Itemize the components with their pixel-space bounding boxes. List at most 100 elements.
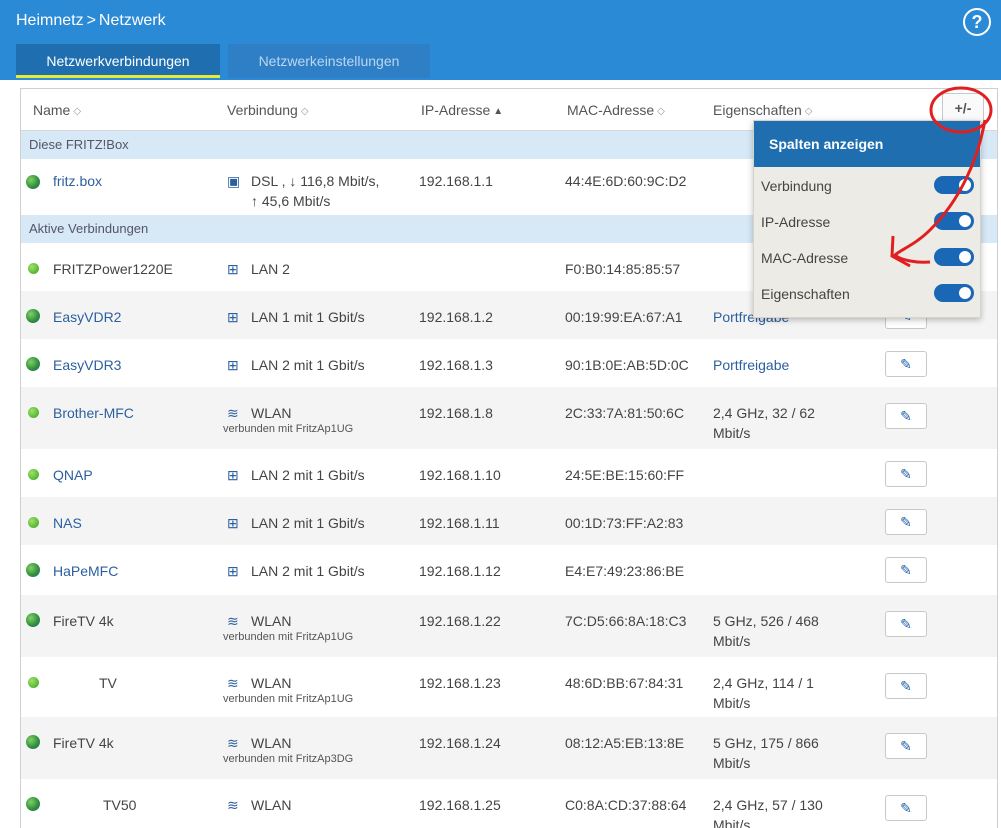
table-row[interactable]: FireTV 4k ≋ WLAN verbunden mit FritzAp1UG… — [21, 595, 997, 657]
connection-text: DSL , ↓ 116,8 Mbit/s, ↑ 45,6 Mbit/s — [251, 173, 380, 209]
globe-icon — [26, 735, 40, 749]
status-dot-icon — [28, 469, 39, 480]
tab-netzwerkeinstellungen[interactable]: Netzwerkeinstellungen — [228, 44, 430, 78]
table-row[interactable]: FireTV 4k ≋ WLAN verbunden mit FritzAp3DG… — [21, 717, 997, 779]
mac-address: 2C:33:7A:81:50:6C — [565, 405, 685, 421]
connection-text: LAN 2 mit 1 Gbit/s — [251, 357, 365, 373]
wlan-icon: ≋ — [227, 675, 239, 691]
status-dot-icon — [28, 517, 39, 528]
edit-button[interactable]: ✎ — [885, 611, 927, 637]
device-name: TV — [99, 675, 117, 691]
connection-text: LAN 2 — [251, 261, 290, 277]
device-name: FireTV 4k — [53, 613, 114, 629]
edit-button[interactable]: ✎ — [885, 673, 927, 699]
edit-button[interactable]: ✎ — [885, 509, 927, 535]
connection-text: LAN 1 mit 1 Gbit/s — [251, 309, 365, 325]
sort-icon: ◇ — [300, 106, 309, 117]
mac-address: 48:6D:BB:67:84:31 — [565, 675, 684, 691]
device-name[interactable]: fritz.box — [53, 173, 102, 189]
toggle-verbindung[interactable] — [934, 176, 974, 194]
port-forward-link[interactable]: Portfreigabe — [713, 355, 833, 375]
ip-address: 192.168.1.8 — [419, 405, 493, 421]
edit-button[interactable]: ✎ — [885, 403, 927, 429]
column-header-verbindung[interactable]: Verbindung ◇ — [227, 102, 309, 118]
mac-address: 90:1B:0E:AB:5D:0C — [565, 357, 689, 373]
edit-button[interactable]: ✎ — [885, 557, 927, 583]
status-dot-icon — [28, 263, 39, 274]
toggle-mac-adresse[interactable] — [934, 248, 974, 266]
lan-icon: ⊞ — [227, 563, 239, 579]
column-header-eigenschaften[interactable]: Eigenschaften ◇ — [713, 102, 812, 118]
device-name[interactable]: HaPeMFC — [53, 563, 118, 579]
toggle-eigenschaften[interactable] — [934, 284, 974, 302]
properties-text: 2,4 GHz, 32 / 62 Mbit/s — [713, 405, 815, 441]
ip-address: 192.168.1.1 — [419, 173, 493, 189]
lan-icon: ⊞ — [227, 309, 239, 325]
device-name[interactable]: QNAP — [53, 467, 93, 483]
column-header-ip[interactable]: IP-Adresse ▲ — [421, 102, 503, 118]
edit-button[interactable]: ✎ — [885, 795, 927, 821]
globe-icon — [26, 613, 40, 627]
ip-address: 192.168.1.11 — [419, 515, 500, 531]
column-header-mac[interactable]: MAC-Adresse ◇ — [567, 102, 665, 118]
column-header-name[interactable]: Name ◇ — [33, 102, 81, 118]
table-row[interactable]: Brother-MFC ≋ WLAN verbunden mit FritzAp1… — [21, 387, 997, 449]
dsl-icon: ▣ — [227, 173, 241, 189]
breadcrumb-separator: > — [86, 12, 96, 29]
properties-text: 5 GHz, 175 / 866 Mbit/s — [713, 735, 819, 771]
properties-text: 5 GHz, 526 / 468 Mbit/s — [713, 613, 819, 649]
popup-option-eigenschaften: Eigenschaften — [761, 286, 850, 302]
connection-text: LAN 2 mit 1 Gbit/s — [251, 515, 365, 531]
connection-text: WLAN verbunden mit FritzAp1UG — [223, 405, 354, 435]
sort-icon: ◇ — [657, 106, 665, 117]
wlan-icon: ≋ — [227, 405, 239, 421]
toggle-ip-adresse[interactable] — [934, 212, 974, 230]
breadcrumb-heimnetz[interactable]: Heimnetz — [16, 12, 84, 30]
add-column-button[interactable]: +/- — [942, 93, 984, 123]
tab-netzwerkverbindungen[interactable]: Netzwerkverbindungen — [16, 44, 220, 78]
mac-address: E4:E7:49:23:86:BE — [565, 563, 685, 579]
status-dot-icon — [28, 407, 39, 418]
connection-text: WLAN verbunden mit FritzAp3DG — [223, 735, 354, 765]
breadcrumb-netzwerk: Netzwerk — [98, 12, 166, 29]
lan-icon: ⊞ — [227, 467, 239, 483]
lan-icon: ⊞ — [227, 515, 239, 531]
popup-option-verbindung: Verbindung — [761, 178, 832, 194]
breadcrumb: Heimnetz > Netzwerk — [16, 12, 166, 30]
mac-address: C0:8A:CD:37:88:64 — [565, 797, 687, 813]
device-name[interactable]: NAS — [53, 515, 82, 531]
popup-title: Spalten anzeigen — [754, 121, 980, 167]
device-name[interactable]: EasyVDR3 — [53, 357, 121, 373]
edit-button[interactable]: ✎ — [885, 461, 927, 487]
help-icon[interactable]: ? — [963, 8, 991, 36]
properties-text: 2,4 GHz, 57 / 130 Mbit/s — [713, 797, 823, 828]
popup-option-ip: IP-Adresse — [761, 214, 831, 230]
connection-text: LAN 2 mit 1 Gbit/s — [251, 467, 365, 483]
sort-icon: ◇ — [73, 106, 82, 117]
mac-address: F0:B0:14:85:85:57 — [565, 261, 681, 277]
wlan-icon: ≋ — [227, 613, 239, 629]
lan-icon: ⊞ — [227, 357, 239, 373]
table-row[interactable]: TV50 ≋ WLAN 192.168.1.25 C0:8A:CD:37:88:… — [21, 779, 997, 828]
edit-button[interactable]: ✎ — [885, 351, 927, 377]
mac-address: 24:5E:BE:15:60:FF — [565, 467, 685, 483]
table-row[interactable]: EasyVDR3 ⊞ LAN 2 mit 1 Gbit/s 192.168.1.… — [21, 339, 997, 387]
ip-address: 192.168.1.2 — [419, 309, 493, 325]
sort-icon: ◇ — [804, 106, 813, 117]
table-row[interactable]: QNAP ⊞ LAN 2 mit 1 Gbit/s 192.168.1.10 2… — [21, 449, 997, 497]
ip-address: 192.168.1.22 — [419, 613, 501, 629]
globe-icon — [26, 309, 40, 323]
globe-icon — [26, 563, 40, 577]
table-row[interactable]: HaPeMFC ⊞ LAN 2 mit 1 Gbit/s 192.168.1.1… — [21, 545, 997, 595]
device-name: FRITZPower1220E — [53, 261, 173, 277]
edit-button[interactable]: ✎ — [885, 733, 927, 759]
connection-text: LAN 2 mit 1 Gbit/s — [251, 563, 365, 579]
table-row[interactable]: NAS ⊞ LAN 2 mit 1 Gbit/s 192.168.1.11 00… — [21, 497, 997, 545]
device-name[interactable]: Brother-MFC — [53, 405, 134, 421]
wlan-icon: ≋ — [227, 735, 239, 751]
device-name[interactable]: EasyVDR2 — [53, 309, 121, 325]
router-globe-icon — [26, 175, 40, 189]
ip-address: 192.168.1.10 — [419, 467, 501, 483]
status-dot-icon — [28, 677, 39, 688]
table-row[interactable]: TV ≋ WLAN verbunden mit FritzAp1UG 192.16… — [21, 657, 997, 717]
